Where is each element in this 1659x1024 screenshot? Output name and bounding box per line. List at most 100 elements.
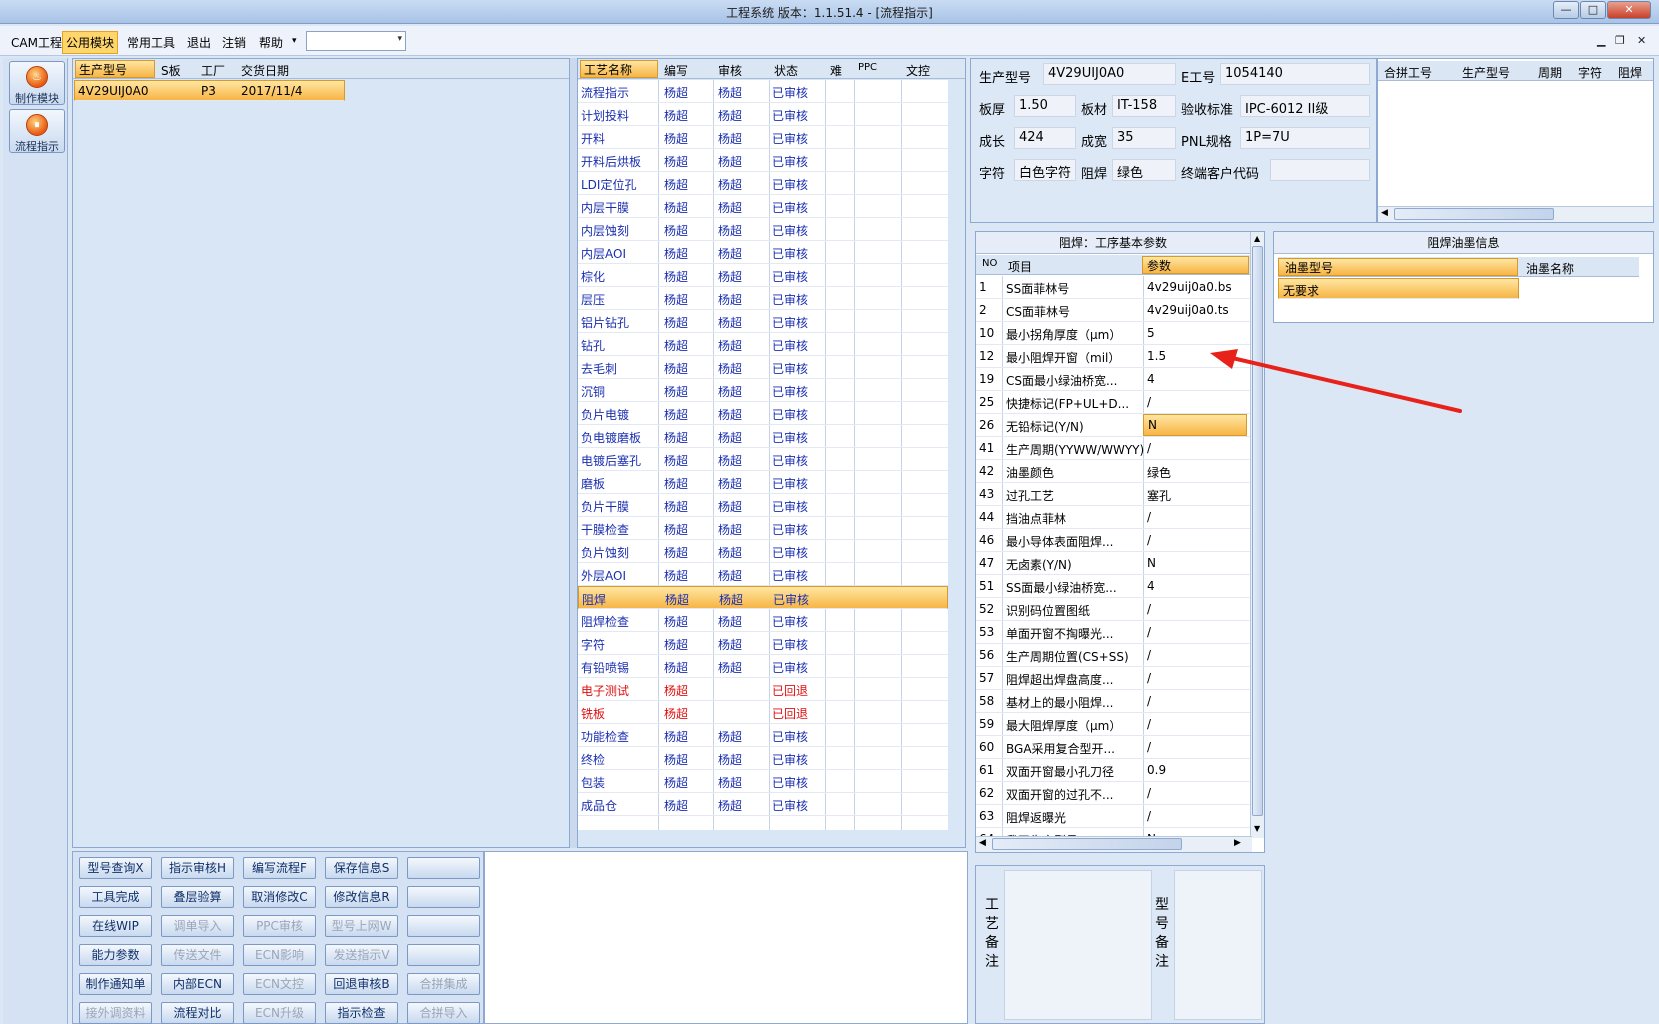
col-merge-silk[interactable]: 字符 — [1578, 64, 1602, 81]
table-row[interactable]: 干膜检查 杨超 杨超 已审核 — [578, 517, 948, 540]
table-row[interactable]: 沉铜 杨超 杨超 已审核 — [578, 379, 948, 402]
function-button[interactable]: 回退审核B — [325, 973, 398, 995]
scroll-right-icon[interactable]: ▶ — [1234, 838, 1241, 848]
table-row[interactable]: 4V29UIJ0A0 P3 2017/11/4 — [74, 80, 345, 101]
col-delivery-date[interactable]: 交货日期 — [241, 62, 289, 79]
process-remark-input[interactable] — [1004, 870, 1152, 1020]
mdi-close-icon[interactable]: ✕ — [1637, 34, 1646, 47]
table-row[interactable]: 成品仓 杨超 杨超 已审核 — [578, 793, 948, 816]
table-row[interactable]: 字符 杨超 杨超 已审核 — [578, 632, 948, 655]
function-button[interactable]: 叠层验算 — [161, 886, 234, 908]
col-ppc[interactable]: PPC — [858, 62, 877, 73]
col-param[interactable]: 参数 — [1142, 256, 1249, 274]
function-button[interactable] — [407, 944, 480, 966]
scroll-thumb[interactable] — [992, 838, 1182, 850]
menu-help[interactable]: 帮助 — [256, 33, 286, 52]
table-row[interactable]: 计划投料 杨超 杨超 已审核 — [578, 103, 948, 126]
params-hscrollbar[interactable]: ◀ ▶ — [976, 836, 1252, 852]
param-row[interactable]: 1 SS面菲林号 4v29uij0a0.bs — [976, 276, 1250, 299]
function-button[interactable]: 接外调资料 — [79, 1002, 152, 1024]
table-row[interactable]: 负片蚀刻 杨超 杨超 已审核 — [578, 540, 948, 563]
function-button[interactable]: 保存信息S — [325, 857, 398, 879]
col-ink-name[interactable]: 油墨名称 — [1526, 260, 1574, 277]
col-process-name[interactable]: 工艺名称 — [580, 60, 658, 78]
function-button[interactable]: ECN文控 — [243, 973, 316, 995]
menu-overflow-icon[interactable]: ▾ — [289, 35, 300, 47]
table-row[interactable]: LDI定位孔 杨超 杨超 已审核 — [578, 172, 948, 195]
table-row[interactable]: 终检 杨超 杨超 已审核 — [578, 747, 948, 770]
scroll-up-icon[interactable]: ▲ — [1254, 234, 1260, 243]
param-row[interactable]: 64我司生产型号_Y/N...N — [976, 828, 1250, 836]
param-row[interactable]: 58 基材上的最小阻焊... / — [976, 690, 1250, 713]
param-row[interactable]: 42 油墨颜色 绿色 — [976, 460, 1250, 483]
params-vscrollbar[interactable]: ▲ ▼ — [1250, 232, 1264, 838]
mdi-minimize-icon[interactable]: ▁ — [1597, 34, 1605, 47]
table-row[interactable]: 磨板 杨超 杨超 已审核 — [578, 471, 948, 494]
col-model[interactable]: 生产型号 — [75, 60, 155, 78]
minimize-button[interactable]: — — [1553, 1, 1579, 19]
table-row[interactable]: 负片干膜 杨超 杨超 已审核 — [578, 494, 948, 517]
param-row[interactable]: 41 生产周期(YYWW/WWYY) / — [976, 437, 1250, 460]
function-button[interactable]: 指示审核H — [161, 857, 234, 879]
function-button[interactable]: 指示检查 — [325, 1002, 398, 1024]
table-row[interactable]: 负电镀磨板 杨超 杨超 已审核 — [578, 425, 948, 448]
col-doc-control[interactable]: 文控 — [906, 62, 930, 79]
function-button[interactable]: 在线WIP — [79, 915, 152, 937]
param-row[interactable]: 56 生产周期位置(CS+SS) / — [976, 644, 1250, 667]
function-button[interactable]: 合拼导入 — [407, 1002, 480, 1024]
table-row[interactable]: 包装 杨超 杨超 已审核 — [578, 770, 948, 793]
function-button[interactable]: ECN升级 — [243, 1002, 316, 1024]
splitter[interactable] — [570, 58, 577, 848]
table-row[interactable]: 棕化 杨超 杨超 已审核 — [578, 264, 948, 287]
col-merge-no[interactable]: 合拼工号 — [1384, 64, 1432, 81]
col-merge-cycle[interactable]: 周期 — [1538, 64, 1562, 81]
menu-cam[interactable]: CAM工程 — [8, 33, 65, 52]
col-merge-model[interactable]: 生产型号 — [1462, 64, 1510, 81]
param-row[interactable]: 60 BGA采用复合型开... / — [976, 736, 1250, 759]
table-row[interactable]: 有铅喷锡 杨超 杨超 已审核 — [578, 655, 948, 678]
col-writer[interactable]: 编写 — [664, 62, 688, 79]
table-row[interactable]: 开料 杨超 杨超 已审核 — [578, 126, 948, 149]
table-row[interactable]: 功能检查 杨超 杨超 已审核 — [578, 724, 948, 747]
function-button[interactable]: 传送文件 — [161, 944, 234, 966]
param-row[interactable]: 44 挡油点菲林 / — [976, 506, 1250, 529]
process-guide-button[interactable]: ⏸ 流程指示 — [9, 109, 65, 153]
function-button[interactable] — [407, 857, 480, 879]
function-button[interactable]: 发送指示V — [325, 944, 398, 966]
table-row[interactable]: 铝片钻孔 杨超 杨超 已审核 — [578, 310, 948, 333]
function-button[interactable]: PPC审核 — [243, 915, 316, 937]
col-difficulty[interactable]: 难 — [830, 62, 842, 79]
function-button[interactable] — [407, 886, 480, 908]
table-row[interactable]: 内层干膜 杨超 杨超 已审核 — [578, 195, 948, 218]
function-button[interactable]: ECN影响 — [243, 944, 316, 966]
table-row[interactable]: 负片电镀 杨超 杨超 已审核 — [578, 402, 948, 425]
table-row[interactable]: 开料后烘板 杨超 杨超 已审核 — [578, 149, 948, 172]
table-row[interactable]: 外层AOI 杨超 杨超 已审核 — [578, 563, 948, 586]
module-combo[interactable]: ▾ — [306, 31, 406, 51]
col-status[interactable]: 状态 — [774, 62, 798, 79]
col-merge-mask[interactable]: 阻焊 — [1618, 64, 1642, 81]
function-button[interactable]: 工具完成 — [79, 886, 152, 908]
menu-exit[interactable]: 退出 — [184, 33, 214, 52]
param-row[interactable]: 47 无卤素(Y/N) N — [976, 552, 1250, 575]
function-button[interactable]: 能力参数 — [79, 944, 152, 966]
model-remark-input[interactable] — [1174, 870, 1262, 1020]
table-row[interactable]: 无要求 — [1278, 278, 1519, 299]
scroll-left-icon[interactable]: ◀ — [979, 838, 986, 848]
table-row[interactable]: 铣板 杨超 已回退 — [578, 701, 948, 724]
table-row[interactable]: 钻孔 杨超 杨超 已审核 — [578, 333, 948, 356]
scroll-thumb[interactable] — [1394, 208, 1554, 220]
function-button[interactable]: 编写流程F — [243, 857, 316, 879]
function-button[interactable]: 取消修改C — [243, 886, 316, 908]
table-row[interactable]: 电子测试 杨超 已回退 — [578, 678, 948, 701]
col-s-board[interactable]: S板 — [161, 62, 181, 79]
menu-logout[interactable]: 注销 — [219, 33, 249, 52]
param-row[interactable]: 2 CS面菲林号 4v29uij0a0.ts — [976, 299, 1250, 322]
function-button[interactable]: 合拼集成 — [407, 973, 480, 995]
function-button[interactable]: 制作通知单 — [79, 973, 152, 995]
col-item[interactable]: 项目 — [1008, 258, 1032, 275]
col-reviewer[interactable]: 审核 — [718, 62, 742, 79]
table-row[interactable]: 内层蚀刻 杨超 杨超 已审核 — [578, 218, 948, 241]
param-row[interactable]: 26 无铅标记(Y/N) N — [976, 414, 1250, 437]
table-row[interactable]: 流程指示 杨超 杨超 已审核 — [578, 80, 948, 103]
